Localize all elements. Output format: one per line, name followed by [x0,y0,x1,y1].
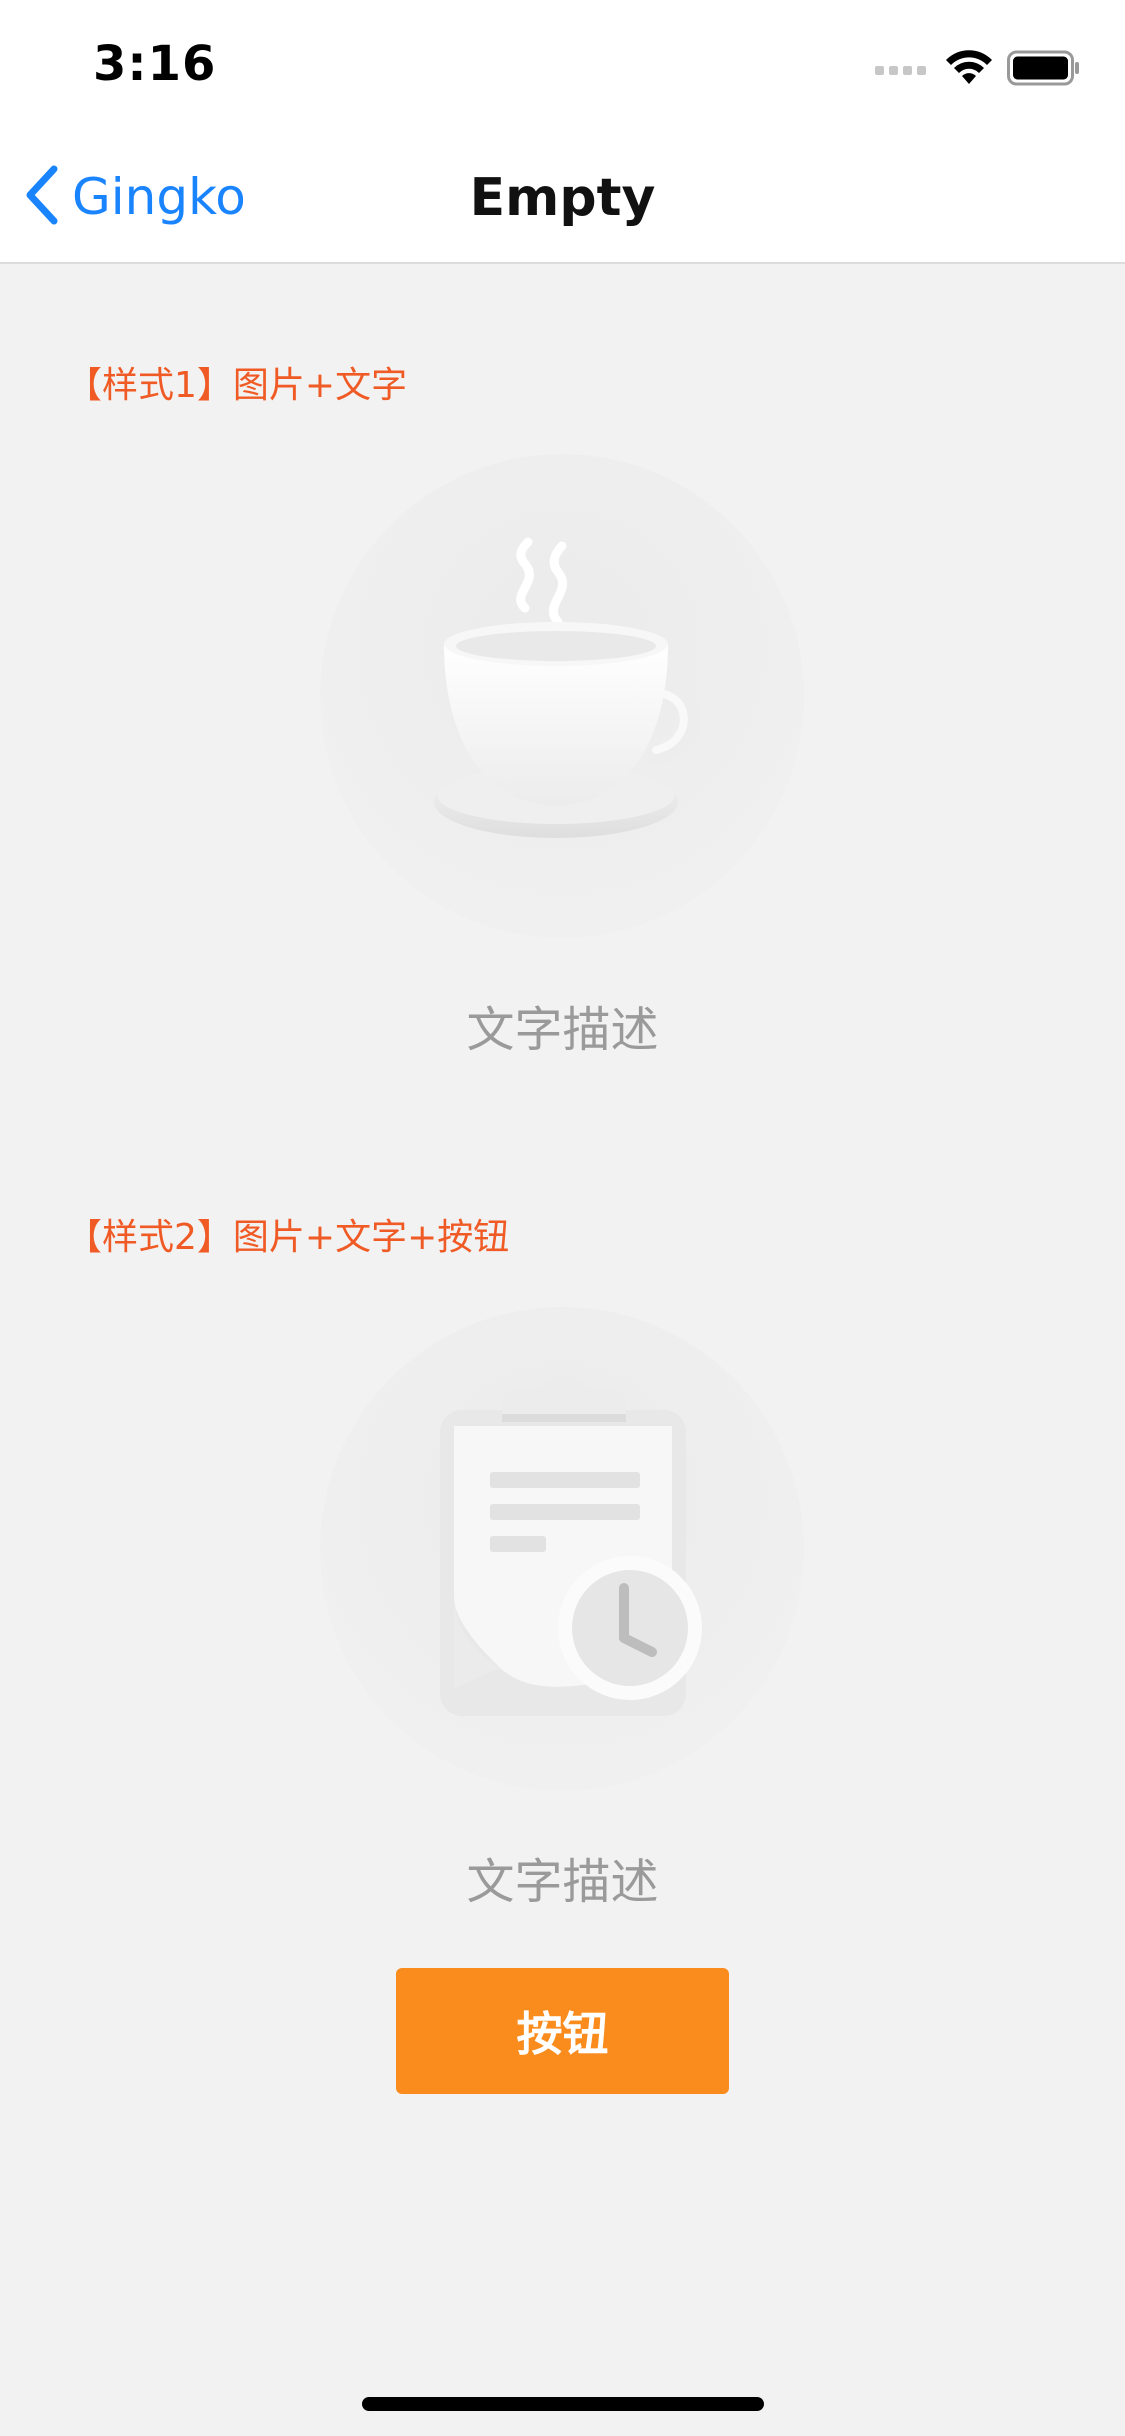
section2-label: 【样式2】图片+文字+按钮 [66,1217,510,1258]
wifi-icon [945,50,993,90]
nav-bar: Gingko Empty [0,132,1125,264]
action-button[interactable]: 按钮 [396,1968,729,2094]
status-icons [875,48,1081,92]
coffee-cup-icon [420,534,720,858]
battery-icon [1007,50,1081,90]
page-title: Empty [469,168,656,228]
home-indicator[interactable] [362,2397,764,2411]
status-time: 3:16 [93,36,217,92]
status-bar: 3:16 [0,0,1125,132]
section2-description: 文字描述 [466,1854,659,1910]
section1-description: 文字描述 [466,1002,659,1058]
clipboard-clock-icon [430,1376,710,1730]
cellular-signal-icon [875,58,931,82]
section1-label: 【样式1】图片+文字 [66,365,408,406]
